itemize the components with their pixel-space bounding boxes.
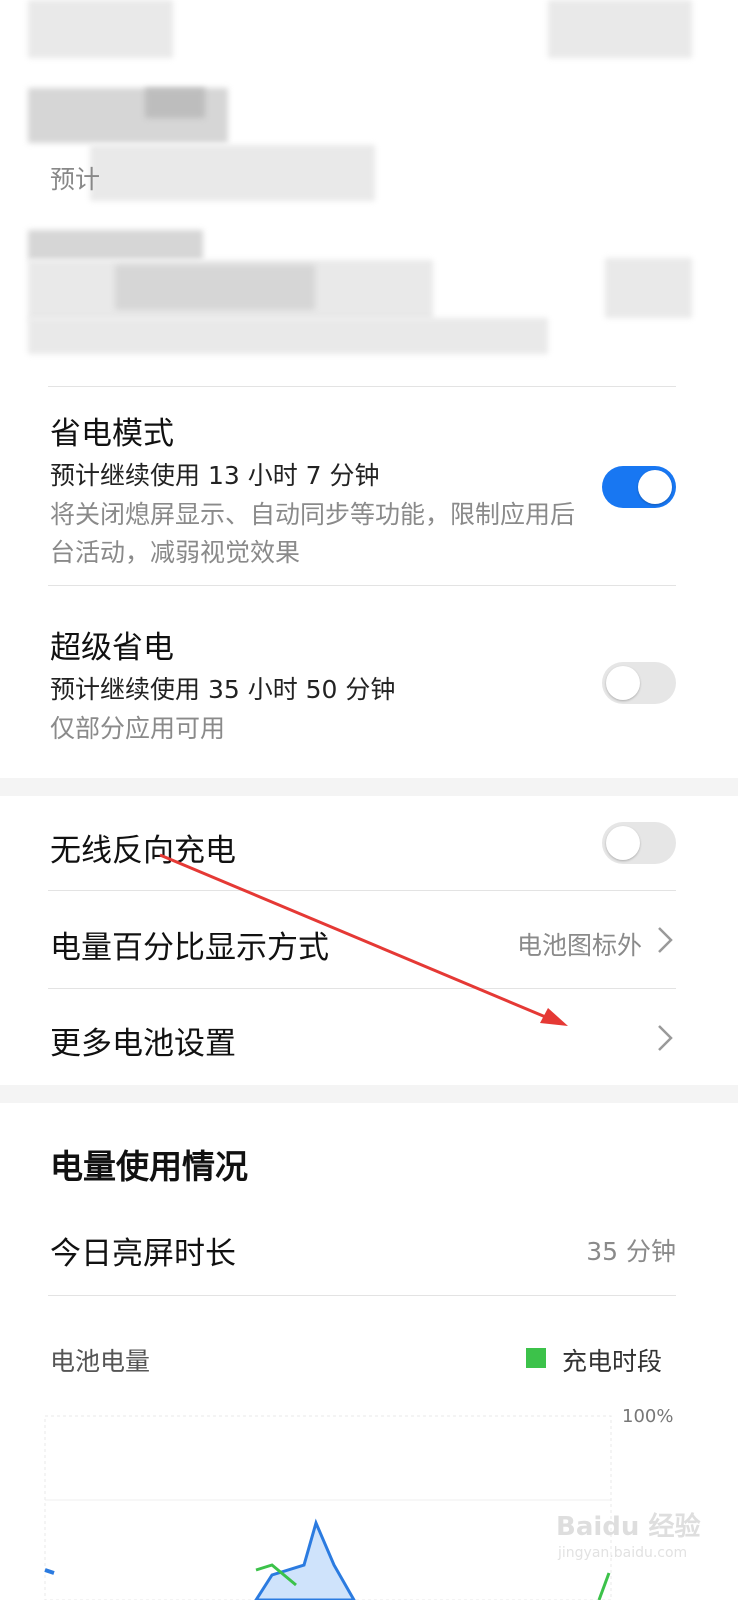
legend-charging-label: 充电时段	[562, 1347, 663, 1376]
battery-level-label: 电池电量	[50, 1347, 151, 1376]
battery-line-start	[44, 1568, 55, 1575]
legend-swatch	[526, 1348, 546, 1368]
chart-y-max-label: 100%	[622, 1406, 674, 1427]
battery-chart	[44, 1415, 612, 1600]
watermark-subtext: jingyan.baidu.com	[558, 1545, 688, 1561]
usage-heading: 电量使用情况	[50, 1147, 248, 1186]
battery-area	[254, 1518, 356, 1600]
watermark-text: Baidu 经验	[556, 1512, 701, 1542]
divider	[48, 1295, 676, 1296]
section-separator	[0, 1085, 738, 1103]
charging-segment	[597, 1572, 611, 1600]
screen-time-label: 今日亮屏时长	[50, 1236, 236, 1272]
screen-time-value: 35 分钟	[586, 1237, 676, 1266]
